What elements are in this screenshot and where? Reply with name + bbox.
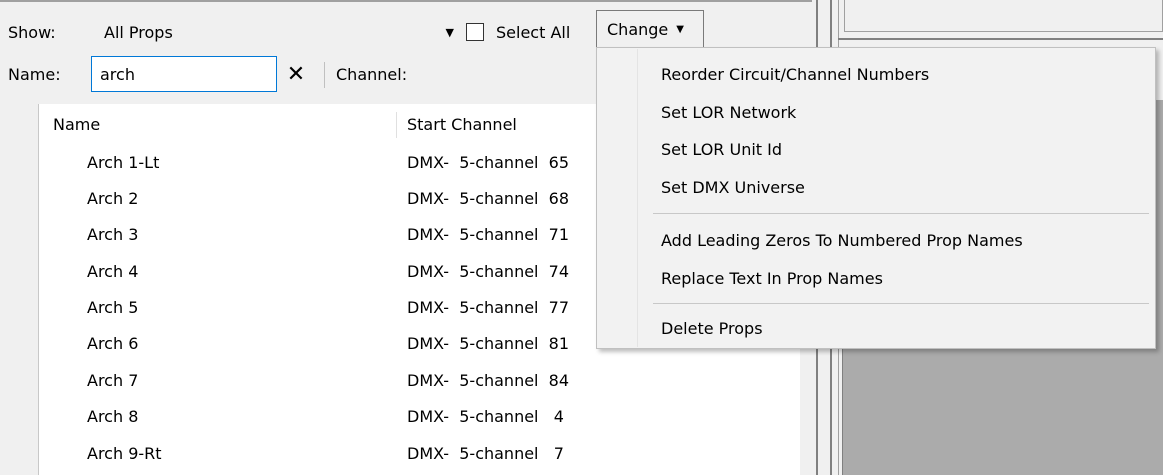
checkbox-box[interactable] xyxy=(466,23,484,41)
close-icon[interactable]: ✕ xyxy=(278,56,314,92)
prop-start-channel: DMX- 5-channel 7 xyxy=(407,443,564,463)
menu-item-set-dmx-universe[interactable]: Set DMX Universe xyxy=(661,170,805,204)
list-item[interactable]: Arch 7 DMX- 5-channel 84 xyxy=(39,362,800,398)
prop-start-channel: DMX- 5-channel 4 xyxy=(407,407,564,427)
prop-start-channel: DMX- 5-channel 71 xyxy=(407,225,570,245)
menu-icon-gutter xyxy=(598,49,638,347)
prop-name: Arch 9-Rt xyxy=(87,443,162,463)
prop-name: Arch 1-Lt xyxy=(87,152,160,172)
change-menu: Reorder Circuit/Channel Numbers Set LOR … xyxy=(596,47,1156,349)
toolbar-separator xyxy=(324,62,325,88)
menu-separator xyxy=(653,213,1149,214)
prop-start-channel: DMX- 5-channel 84 xyxy=(407,370,570,390)
list-item[interactable]: Arch 9-Rt DMX- 5-channel 7 xyxy=(39,435,800,471)
select-all-checkbox[interactable]: Select All xyxy=(466,14,570,50)
change-button[interactable]: Change ▼ xyxy=(596,10,704,48)
name-filter-row: Name: arch ✕ Channel: xyxy=(8,56,407,92)
prop-name: Arch 2 xyxy=(87,188,139,208)
prop-start-channel: DMX- 5-channel 65 xyxy=(407,152,570,172)
show-label: Show: xyxy=(8,22,56,42)
column-separator[interactable] xyxy=(396,112,397,138)
chevron-down-icon: ▼ xyxy=(676,23,684,35)
show-row: Show: All Props ▼ xyxy=(8,14,454,50)
menu-item-delete-props[interactable]: Delete Props xyxy=(661,311,763,345)
preview-header xyxy=(838,0,1163,40)
change-button-label: Change xyxy=(607,19,669,39)
prop-name: Arch 8 xyxy=(87,407,139,427)
prop-name: Arch 4 xyxy=(87,261,139,281)
preview-header-frame xyxy=(844,0,1163,32)
name-filter-input[interactable]: arch xyxy=(91,56,277,92)
chevron-down-icon: ▼ xyxy=(445,25,454,39)
channel-label: Channel: xyxy=(336,64,408,84)
prop-name: Arch 5 xyxy=(87,298,139,318)
prop-name: Arch 6 xyxy=(87,334,139,354)
menu-item-replace-text-in-prop-names[interactable]: Replace Text In Prop Names xyxy=(661,261,883,295)
column-header-name[interactable]: Name xyxy=(53,104,100,144)
menu-item-add-leading-zeros[interactable]: Add Leading Zeros To Numbered Prop Names xyxy=(661,223,1023,257)
menu-item-set-lor-unit-id[interactable]: Set LOR Unit Id xyxy=(661,132,782,166)
show-dropdown-value: All Props xyxy=(104,22,173,42)
prop-start-channel: DMX- 5-channel 74 xyxy=(407,261,570,281)
menu-separator xyxy=(653,303,1149,304)
prop-start-channel: DMX- 5-channel 68 xyxy=(407,188,570,208)
prop-name: Arch 3 xyxy=(87,225,139,245)
name-label: Name: xyxy=(8,64,61,84)
prop-start-channel: DMX- 5-channel 77 xyxy=(407,298,570,318)
menu-item-reorder-circuit-channel-numbers[interactable]: Reorder Circuit/Channel Numbers xyxy=(661,57,929,91)
list-item[interactable]: Arch 8 DMX- 5-channel 4 xyxy=(39,399,800,435)
prop-name: Arch 7 xyxy=(87,370,139,390)
menu-item-set-lor-network[interactable]: Set LOR Network xyxy=(661,95,796,129)
top-border xyxy=(0,0,812,2)
column-header-start-channel[interactable]: Start Channel xyxy=(407,104,517,144)
prop-start-channel: DMX- 5-channel 81 xyxy=(407,334,570,354)
show-dropdown[interactable]: All Props ▼ xyxy=(96,14,458,50)
select-all-label: Select All xyxy=(496,22,571,42)
